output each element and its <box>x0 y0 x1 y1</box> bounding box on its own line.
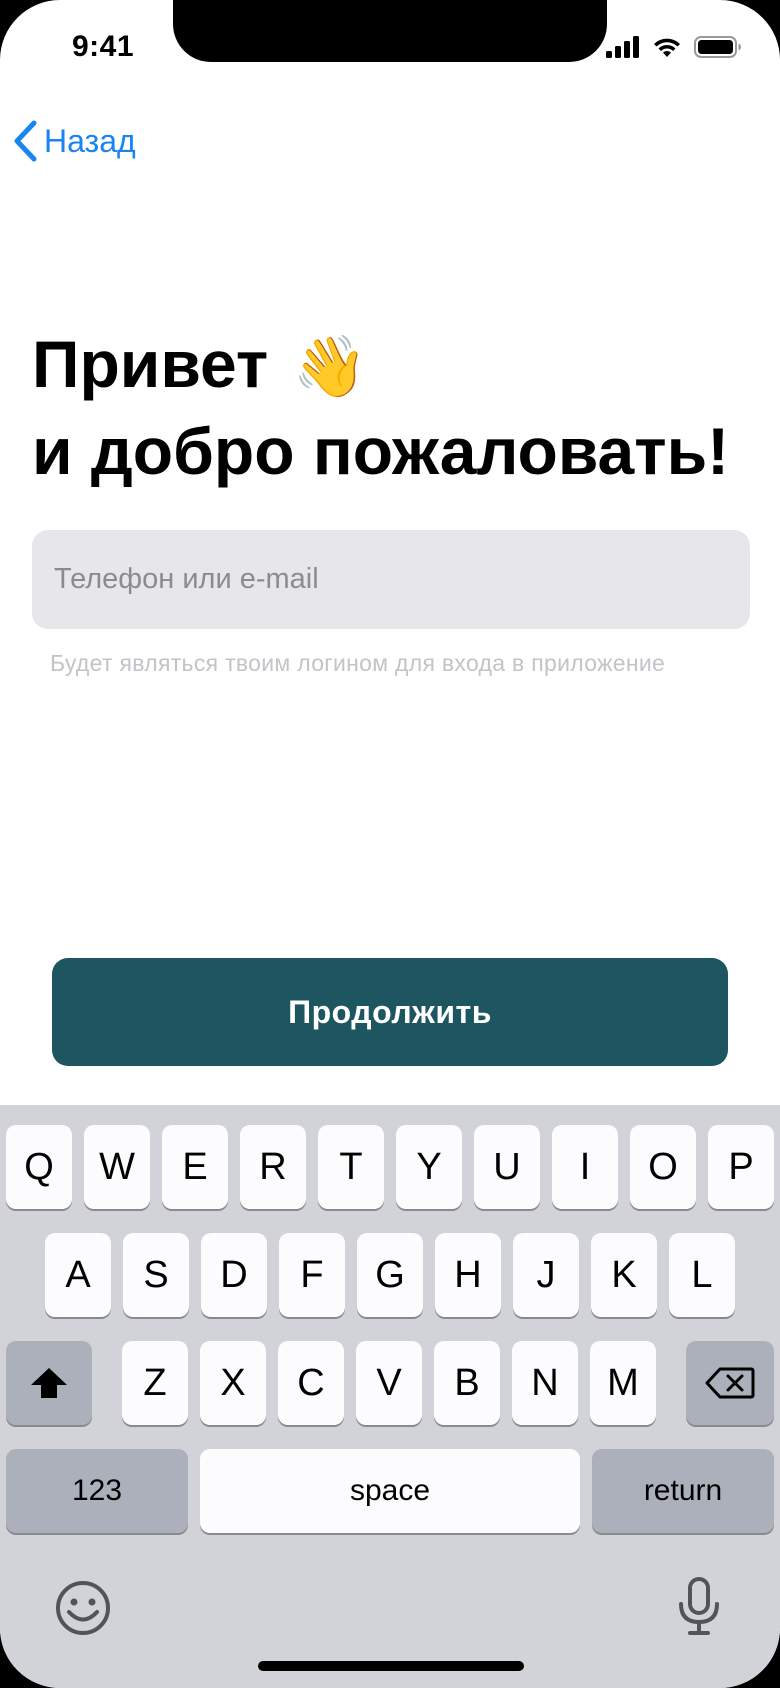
key-j[interactable]: J <box>513 1233 579 1317</box>
return-key[interactable]: return <box>592 1449 774 1533</box>
key-a[interactable]: A <box>45 1233 111 1317</box>
key-z[interactable]: Z <box>122 1341 188 1425</box>
keyboard-row-4: 123 space return <box>0 1449 780 1533</box>
key-l[interactable]: L <box>669 1233 735 1317</box>
back-label: Назад <box>44 122 136 159</box>
login-input[interactable] <box>32 530 750 629</box>
key-p[interactable]: P <box>708 1125 774 1209</box>
key-q[interactable]: Q <box>6 1125 72 1209</box>
backspace-icon <box>705 1367 755 1399</box>
key-r[interactable]: R <box>240 1125 306 1209</box>
emoji-icon <box>56 1581 110 1635</box>
cellular-signal-icon <box>606 36 639 58</box>
battery-icon <box>694 36 741 58</box>
status-time: 9:41 <box>72 30 135 63</box>
key-g[interactable]: G <box>357 1233 423 1317</box>
dictation-key[interactable] <box>676 1577 722 1642</box>
key-n[interactable]: N <box>512 1341 578 1425</box>
numbers-key[interactable]: 123 <box>6 1449 188 1533</box>
keyboard-row-3: ZXCVBNM <box>0 1341 780 1425</box>
key-s[interactable]: S <box>123 1233 189 1317</box>
login-field-container <box>32 530 750 629</box>
key-i[interactable]: I <box>552 1125 618 1209</box>
key-e[interactable]: E <box>162 1125 228 1209</box>
key-f[interactable]: F <box>279 1233 345 1317</box>
keyboard: QWERTYUIOP ASDFGHJKL ZXCVBNM 123 space r… <box>0 1105 780 1688</box>
microphone-icon <box>679 1577 719 1635</box>
continue-label: Продолжить <box>288 993 492 1030</box>
key-c[interactable]: C <box>278 1341 344 1425</box>
keyboard-row-2: ASDFGHJKL <box>0 1233 780 1317</box>
key-h[interactable]: H <box>435 1233 501 1317</box>
wifi-icon <box>654 38 680 57</box>
title-line-1: Привет <box>32 327 269 401</box>
key-y[interactable]: Y <box>396 1125 462 1209</box>
shift-icon <box>31 1368 67 1398</box>
login-hint: Будет являться твоим логином для входа в… <box>50 650 666 676</box>
chevron-left-icon <box>14 120 37 162</box>
key-d[interactable]: D <box>201 1233 267 1317</box>
emoji-key[interactable] <box>54 1579 112 1642</box>
home-indicator <box>258 1661 524 1671</box>
key-k[interactable]: K <box>591 1233 657 1317</box>
notch <box>173 0 607 62</box>
key-x[interactable]: X <box>200 1341 266 1425</box>
continue-button[interactable]: Продолжить <box>52 958 728 1066</box>
space-key[interactable]: space <box>200 1449 580 1533</box>
delete-key[interactable] <box>686 1341 774 1425</box>
key-o[interactable]: O <box>630 1125 696 1209</box>
key-v[interactable]: V <box>356 1341 422 1425</box>
back-button[interactable]: Назад <box>12 116 136 166</box>
screen: 9:41 Назад Привет 👋 и добро пожаловать! <box>0 0 780 1688</box>
page-title: Привет 👋 и добро пожаловать! <box>32 322 752 493</box>
title-line-2: и добро пожаловать! <box>32 414 730 488</box>
status-icons <box>606 36 742 58</box>
shift-key[interactable] <box>6 1341 92 1425</box>
keyboard-row-1: QWERTYUIOP <box>0 1125 780 1209</box>
key-t[interactable]: T <box>318 1125 384 1209</box>
key-w[interactable]: W <box>84 1125 150 1209</box>
key-u[interactable]: U <box>474 1125 540 1209</box>
key-b[interactable]: B <box>434 1341 500 1425</box>
waving-hand-emoji: 👋 <box>292 333 368 400</box>
key-m[interactable]: M <box>590 1341 656 1425</box>
